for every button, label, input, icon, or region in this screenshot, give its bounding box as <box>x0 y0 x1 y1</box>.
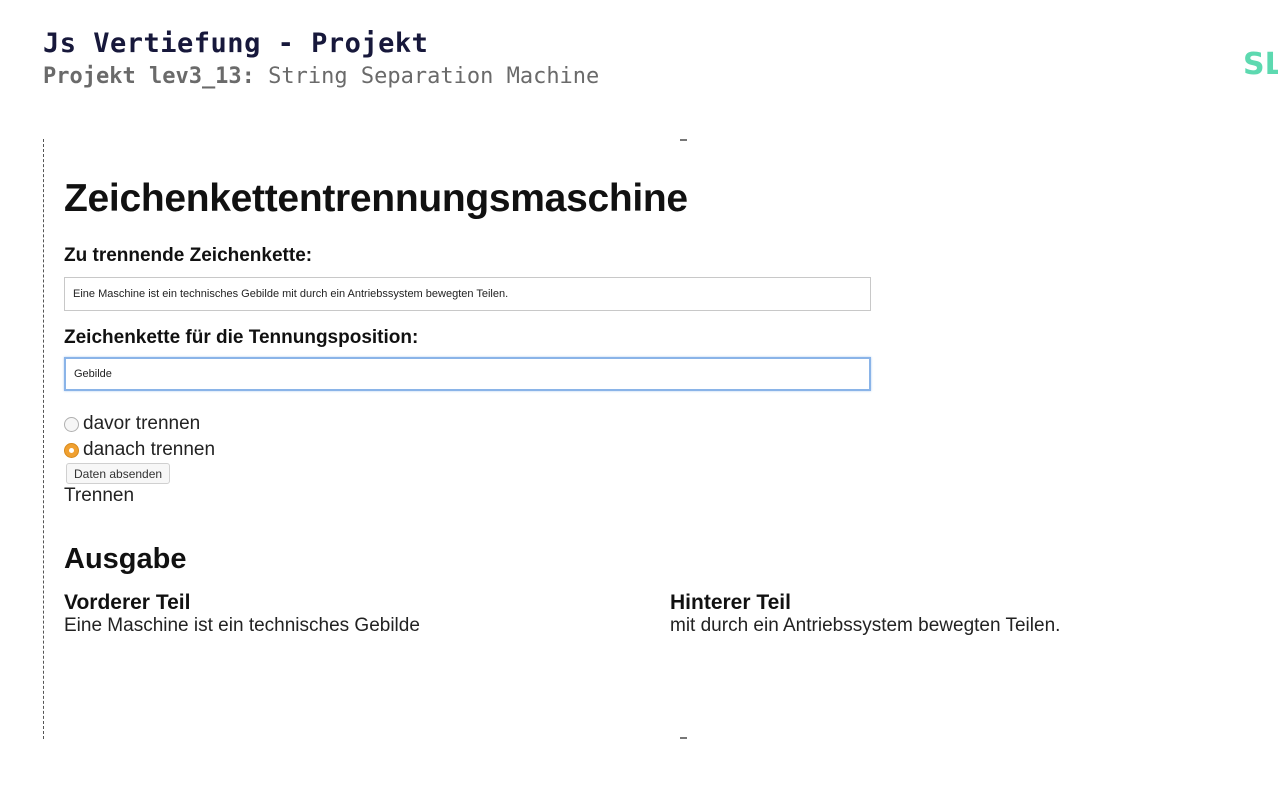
trennen-text: Trennen <box>64 485 135 506</box>
output-front: Vorderer Teil Eine Maschine ist ein tech… <box>64 591 420 637</box>
app-heading: Zeichenkettentrennungsmaschine <box>64 177 688 220</box>
slide-title: Js Vertiefung - Projekt <box>43 28 429 59</box>
radio-after-label: danach trennen <box>83 439 216 460</box>
output-front-text: Eine Maschine ist ein technisches Gebild… <box>64 615 420 636</box>
separator-input[interactable] <box>64 357 871 391</box>
output-heading: Ausgabe <box>64 543 187 575</box>
radio-option-before[interactable]: davor trennen <box>64 413 200 435</box>
output-back: Hinterer Teil mit durch ein Antriebssyst… <box>670 591 1060 637</box>
string-input[interactable] <box>64 277 871 311</box>
output-back-text: mit durch ein Antriebssystem bewegten Te… <box>670 615 1061 636</box>
screenshot-frame-border <box>43 139 44 739</box>
radio-before-label: davor trennen <box>83 413 201 434</box>
slide-subtitle: Projekt lev3_13: String Separation Machi… <box>43 64 599 89</box>
brand-logo: SL <box>1243 47 1278 82</box>
frame-mark-top <box>680 139 687 141</box>
output-front-title: Vorderer Teil <box>64 591 191 614</box>
slide-subtitle-prefix: Projekt lev3_13: <box>43 64 255 89</box>
separator-input-label: Zeichenkette für die Tennungsposition: <box>64 327 419 348</box>
frame-mark-bottom <box>680 737 687 739</box>
submit-button[interactable]: Daten absenden <box>66 463 171 484</box>
slide-subtitle-text: String Separation Machine <box>254 64 600 89</box>
string-input-label: Zu trennende Zeichenkette: <box>64 245 313 266</box>
radio-after[interactable] <box>64 442 79 458</box>
radio-before[interactable] <box>64 416 79 432</box>
output-back-title: Hinterer Teil <box>670 591 791 614</box>
radio-option-after[interactable]: danach trennen <box>64 439 215 461</box>
